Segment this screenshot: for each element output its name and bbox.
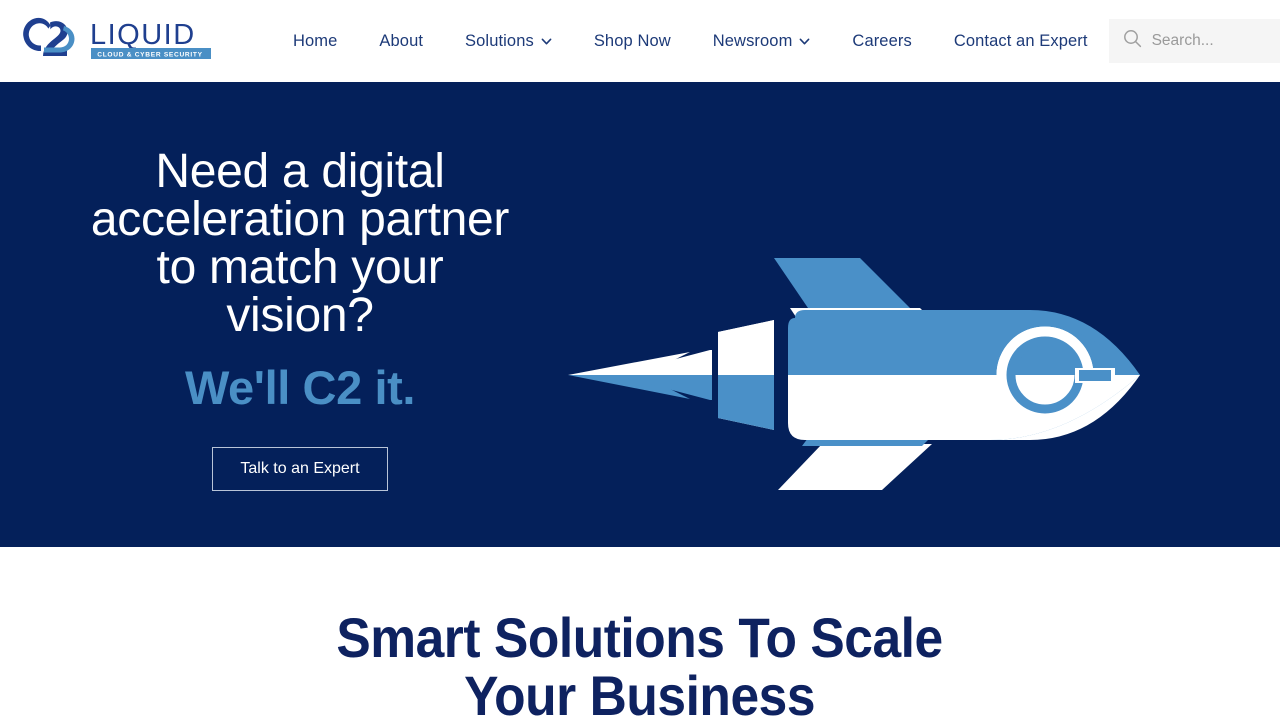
nav-label: About — [379, 31, 424, 50]
c2-cloud-logo-icon — [20, 16, 82, 67]
rocket-nozzle-bottom — [718, 375, 774, 430]
solutions-heading-line-1: Smart Solutions To Scale — [336, 606, 944, 669]
rocket-body-bottom — [788, 375, 990, 440]
chevron-down-icon — [799, 36, 810, 47]
chevron-down-icon — [541, 36, 552, 47]
search-input[interactable] — [1151, 32, 1280, 50]
rocket-fin-top — [774, 258, 910, 308]
nav-label: Newsroom — [712, 31, 793, 50]
nav-item-solutions[interactable]: Solutions — [444, 23, 573, 60]
rocket-body-top — [788, 310, 990, 375]
brand-wordmark: LIQUID CLOUD & CYBER SECURITY — [90, 18, 212, 65]
brand-logo[interactable]: LIQUID CLOUD & CYBER SECURITY — [20, 16, 212, 67]
nav-item-shop-now[interactable]: Shop Now — [573, 23, 692, 60]
search-box[interactable] — [1108, 19, 1280, 63]
brand-tagline-text: CLOUD & CYBER SECURITY — [97, 51, 203, 58]
nav-item-newsroom[interactable]: Newsroom — [692, 23, 832, 60]
nav-item-home[interactable]: Home — [272, 23, 358, 60]
nav-label: Careers — [852, 31, 912, 50]
hero-headline-line-2: acceleration partner — [90, 193, 510, 246]
rocket-fin-bottom — [778, 444, 932, 490]
nav-item-contact-an-expert[interactable]: Contact an Expert — [933, 23, 1109, 60]
solutions-heading-line-2: Your Business — [464, 663, 816, 720]
hero-headline-line-3: to match your — [156, 241, 444, 294]
hero-headline: Need a digital acceleration partner to m… — [0, 145, 600, 414]
nav-label: Shop Now — [593, 31, 671, 50]
nav-label: Contact an Expert — [953, 31, 1088, 50]
nav-label: Solutions — [465, 31, 534, 50]
solutions-section: Smart Solutions To Scale Your Business — [0, 547, 1280, 720]
brand-name-text: LIQUID — [90, 19, 196, 51]
main-navigation: Home About Solutions Shop Now Newsroom C… — [272, 23, 1109, 60]
nav-label: Home — [293, 31, 338, 50]
site-header: LIQUID CLOUD & CYBER SECURITY Home About… — [0, 0, 1280, 82]
nav-item-careers[interactable]: Careers — [831, 23, 932, 60]
hero-accent-line: We'll C2 it. — [184, 361, 416, 414]
rocket-illustration — [560, 242, 1150, 542]
hero-section: Need a digital acceleration partner to m… — [0, 82, 1280, 547]
hero-headline-line-4: vision? — [226, 289, 374, 342]
nav-item-about[interactable]: About — [358, 23, 444, 60]
search-icon — [1123, 29, 1142, 53]
hero-copy: Need a digital acceleration partner to m… — [0, 82, 600, 491]
solutions-heading: Smart Solutions To Scale Your Business — [336, 606, 944, 720]
hero-headline-line-1: Need a digital — [155, 145, 445, 198]
talk-to-an-expert-button[interactable]: Talk to an Expert — [212, 447, 388, 491]
